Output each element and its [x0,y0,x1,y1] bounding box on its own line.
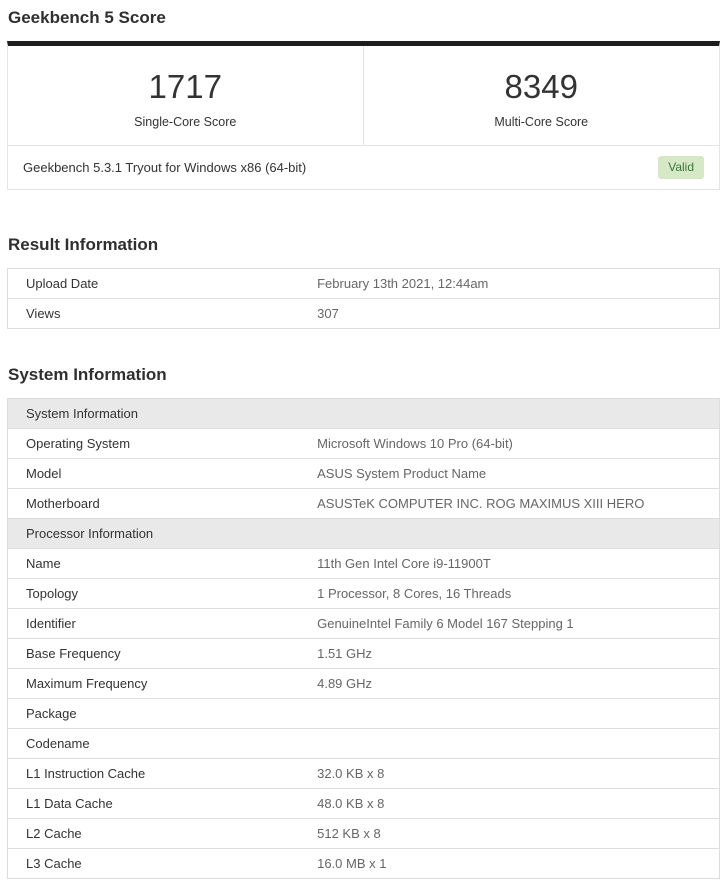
geekbench-result-page: Geekbench 5 Score 1717 Single-Core Score… [0,0,727,889]
single-core-score-cell: 1717 Single-Core Score [8,46,364,146]
table-row: Upload Date February 13th 2021, 12:44am [7,268,720,299]
system-information-heading: System Information [8,364,167,384]
row-value: 48.0 KB x 8 [305,788,720,819]
table-row: Base Frequency 1.51 GHz [7,638,720,669]
row-value: 307 [317,305,339,321]
table-row: L2 Cache 512 KB x 8 [7,818,720,849]
row-value: 11th Gen Intel Core i9-11900T [305,548,720,579]
table-row: Model ASUS System Product Name [7,458,720,489]
valid-badge: Valid [658,156,704,179]
row-label: Maximum Frequency [7,668,306,699]
table-row: Operating System Microsoft Windows 10 Pr… [7,428,720,459]
row-value: ASUSTeK COMPUTER INC. ROG MAXIMUS XIII H… [305,488,720,519]
row-label: Name [7,548,306,579]
row-label: L3 Cache [26,855,82,871]
row-value: February 13th 2021, 12:44am [305,268,720,299]
table-row: Topology 1 Processor, 8 Cores, 16 Thread… [7,578,720,609]
section-header-row: System Information [7,398,720,429]
row-label: L1 Instruction Cache [7,758,306,789]
table-row: L1 Data Cache 48.0 KB x 8 [7,788,720,819]
section-header-label: Processor Information [7,518,720,549]
section-header-row: Processor Information [7,518,720,549]
row-value: 1 Processor, 8 Cores, 16 Threads [305,578,720,609]
result-information-heading: Result Information [8,234,159,254]
row-value: 1.51 GHz [305,638,720,669]
result-information-table: Upload Date February 13th 2021, 12:44am … [7,267,720,329]
row-value: 16.0 MB x 1 [317,855,387,871]
row-value [305,698,720,729]
row-label: Topology [7,578,306,609]
row-label: Views [26,305,61,321]
table-row: Motherboard ASUSTeK COMPUTER INC. ROG MA… [7,488,720,519]
row-value: ASUS System Product Name [305,458,720,489]
table-row: Name 11th Gen Intel Core i9-11900T [7,548,720,579]
score-row: 1717 Single-Core Score 8349 Multi-Core S… [8,46,720,146]
row-label: Motherboard [7,488,306,519]
row-label: Model [7,458,306,489]
score-card-footer: Geekbench 5.3.1 Tryout for Windows x86 (… [8,145,719,188]
row-label: L2 Cache [7,818,306,849]
single-core-score-value: 1717 [148,68,222,105]
table-row: Package [7,698,720,729]
score-card: 1717 Single-Core Score 8349 Multi-Core S… [7,41,720,190]
multi-core-score-value: 8349 [504,68,578,105]
row-value: 32.0 KB x 8 [305,758,720,789]
row-value [305,728,720,759]
table-row: L1 Instruction Cache 32.0 KB x 8 [7,758,720,789]
row-value: GenuineIntel Family 6 Model 167 Stepping… [305,608,720,639]
table-row: Codename [7,728,720,759]
multi-core-score-label: Multi-Core Score [494,115,589,130]
row-value: 4.89 GHz [305,668,720,699]
row-label: Codename [7,728,306,759]
table-row: L3 Cache 16.0 MB x 1 [8,848,720,878]
row-label: Package [7,698,306,729]
multi-core-score-cell: 8349 Multi-Core Score [364,46,720,145]
row-label: Base Frequency [7,638,306,669]
table-row: Views 307 [8,298,720,328]
row-label: L1 Data Cache [7,788,306,819]
system-information-table: System Information Operating System Micr… [7,397,720,879]
benchmark-version-text: Geekbench 5.3.1 Tryout for Windows x86 (… [23,159,307,175]
row-label: Upload Date [7,268,306,299]
single-core-score-label: Single-Core Score [134,115,237,130]
page-title: Geekbench 5 Score [8,8,166,27]
table-row: Identifier GenuineIntel Family 6 Model 1… [7,608,720,639]
table-row: Maximum Frequency 4.89 GHz [7,668,720,699]
row-value: 512 KB x 8 [305,818,720,849]
section-header-label: System Information [7,398,720,429]
row-value: Microsoft Windows 10 Pro (64-bit) [305,428,720,459]
row-label: Operating System [7,428,306,459]
row-label: Identifier [7,608,306,639]
